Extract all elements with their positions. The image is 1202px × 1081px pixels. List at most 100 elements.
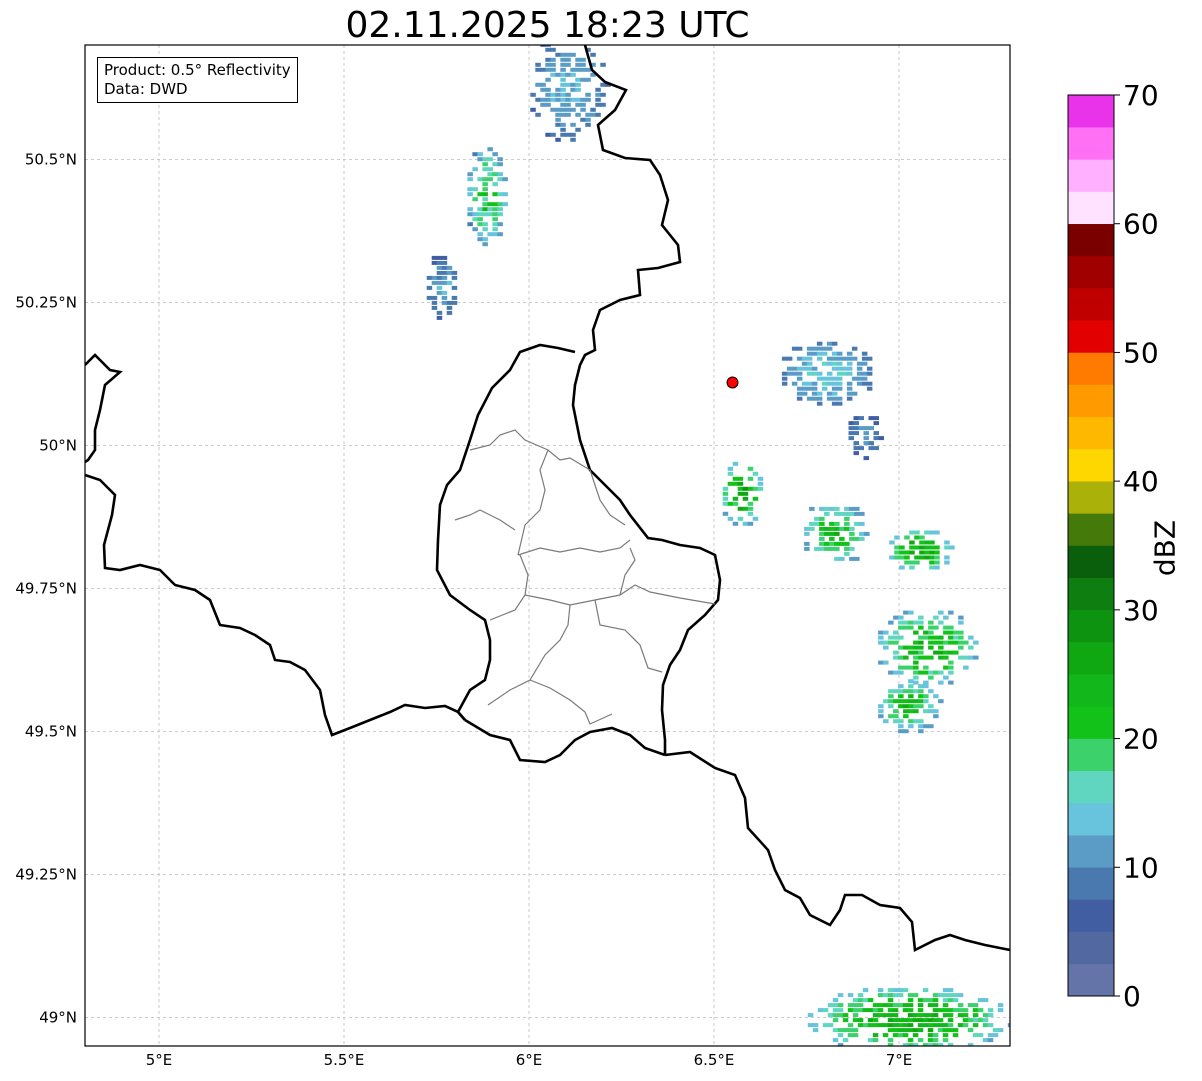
echo-pixel (902, 1023, 909, 1028)
echo-pixel (924, 530, 930, 535)
echo-pixel (851, 376, 858, 381)
echo-pixel (441, 270, 448, 275)
echo-pixel (722, 511, 729, 516)
echo-pixel (897, 1023, 904, 1028)
echo-pixel (737, 506, 744, 511)
echo-pixel (477, 232, 483, 237)
echo-pixel (878, 714, 884, 719)
echo-pixel (908, 650, 914, 655)
echo-pixel (858, 446, 864, 451)
echo-pixel (732, 496, 739, 501)
echo-pixel (732, 481, 739, 486)
echo-pixel (962, 1013, 969, 1018)
echo-pixel (853, 431, 859, 436)
colorbar-segment (1068, 416, 1114, 450)
echo-pixel (958, 645, 964, 650)
echo-pixel (882, 1003, 889, 1008)
echo-pixel (570, 82, 576, 87)
echo-pixel (575, 62, 581, 67)
echo-pixel (595, 102, 601, 107)
echo-pixel (893, 630, 899, 635)
echo-pixel (472, 187, 478, 192)
echo-pixel (831, 391, 838, 396)
echo-pixel (897, 993, 904, 998)
echo-pixel (872, 1008, 879, 1013)
colorbar-segment (1068, 770, 1114, 804)
echo-pixel (893, 655, 899, 660)
echo-pixel (540, 67, 546, 72)
echo-pixel (903, 709, 909, 714)
echo-pixel (937, 993, 944, 998)
echo-pixel (595, 92, 601, 97)
echo-pixel (932, 1023, 939, 1028)
echo-pixel (907, 1003, 914, 1008)
echo-pixel (918, 615, 924, 620)
echo-pixel (898, 665, 904, 670)
echo-pixel (863, 436, 869, 441)
echo-pixel (888, 635, 894, 640)
echo-pixel (809, 521, 815, 526)
echo-pixel (796, 391, 803, 396)
echo-pixel (752, 471, 759, 476)
echo-pixel (947, 988, 954, 993)
echo-pixel (898, 620, 904, 625)
echo-pixel (854, 536, 860, 541)
echo-pixel (917, 1003, 924, 1008)
echo-pixel (550, 97, 556, 102)
echo-pixel (492, 182, 498, 187)
echo-pixel (892, 1003, 899, 1008)
echo-pixel (806, 361, 813, 366)
echo-pixel (972, 1018, 979, 1023)
echo-pixel (796, 386, 803, 391)
echo-pixel (972, 1003, 979, 1008)
echo-pixel (887, 988, 894, 993)
echo-pixel (893, 650, 899, 655)
echo-pixel (929, 560, 935, 565)
echo-pixel (492, 152, 498, 157)
echo-pixel (873, 421, 879, 426)
echo-pixel (919, 555, 925, 560)
product-info-box: Product: 0.5° Reflectivity Data: DWD (97, 57, 298, 103)
echo-pixel (938, 635, 944, 640)
colorbar-segment (1068, 513, 1114, 546)
echo-pixel (929, 545, 935, 550)
echo-pixel (829, 506, 835, 511)
echo-pixel (933, 650, 939, 655)
echo-pixel (902, 1008, 909, 1013)
colorbar-segment (1068, 867, 1114, 900)
echo-pixel (898, 689, 904, 694)
echo-pixel (752, 516, 759, 521)
echo-pixel (918, 640, 924, 645)
echo-pixel (824, 506, 830, 511)
echo-pixel (933, 635, 939, 640)
echo-pixel (824, 511, 830, 516)
echo-pixel (878, 704, 884, 709)
echo-pixel (575, 102, 581, 107)
border-be-fr (85, 473, 466, 737)
echo-pixel (846, 361, 853, 366)
echo-pixel (477, 192, 483, 197)
echo-pixel (806, 371, 813, 376)
echo-pixel (431, 255, 438, 260)
echo-pixel (918, 1048, 924, 1052)
echo-pixel (942, 1003, 949, 1008)
echo-pixel (545, 102, 551, 107)
echo-pixel (872, 1033, 879, 1038)
echo-pixel (737, 486, 744, 491)
echo-pixel (819, 546, 825, 551)
echo-pixel (888, 694, 894, 699)
echo-pixel (873, 446, 879, 451)
echo-pixel (560, 72, 566, 77)
echo-pixel (948, 610, 954, 615)
echo-pixel (492, 192, 498, 197)
echo-pixel (747, 486, 754, 491)
echo-pixel (857, 998, 864, 1003)
echo-pixel (814, 546, 820, 551)
echo-pixel (849, 506, 855, 511)
echo-pixel (497, 157, 503, 162)
echo-pixel (826, 341, 833, 346)
echo-pixel (848, 436, 854, 441)
echo-pixel (932, 1003, 939, 1008)
echo-pixel (972, 1013, 979, 1018)
echo-pixel (565, 102, 571, 107)
